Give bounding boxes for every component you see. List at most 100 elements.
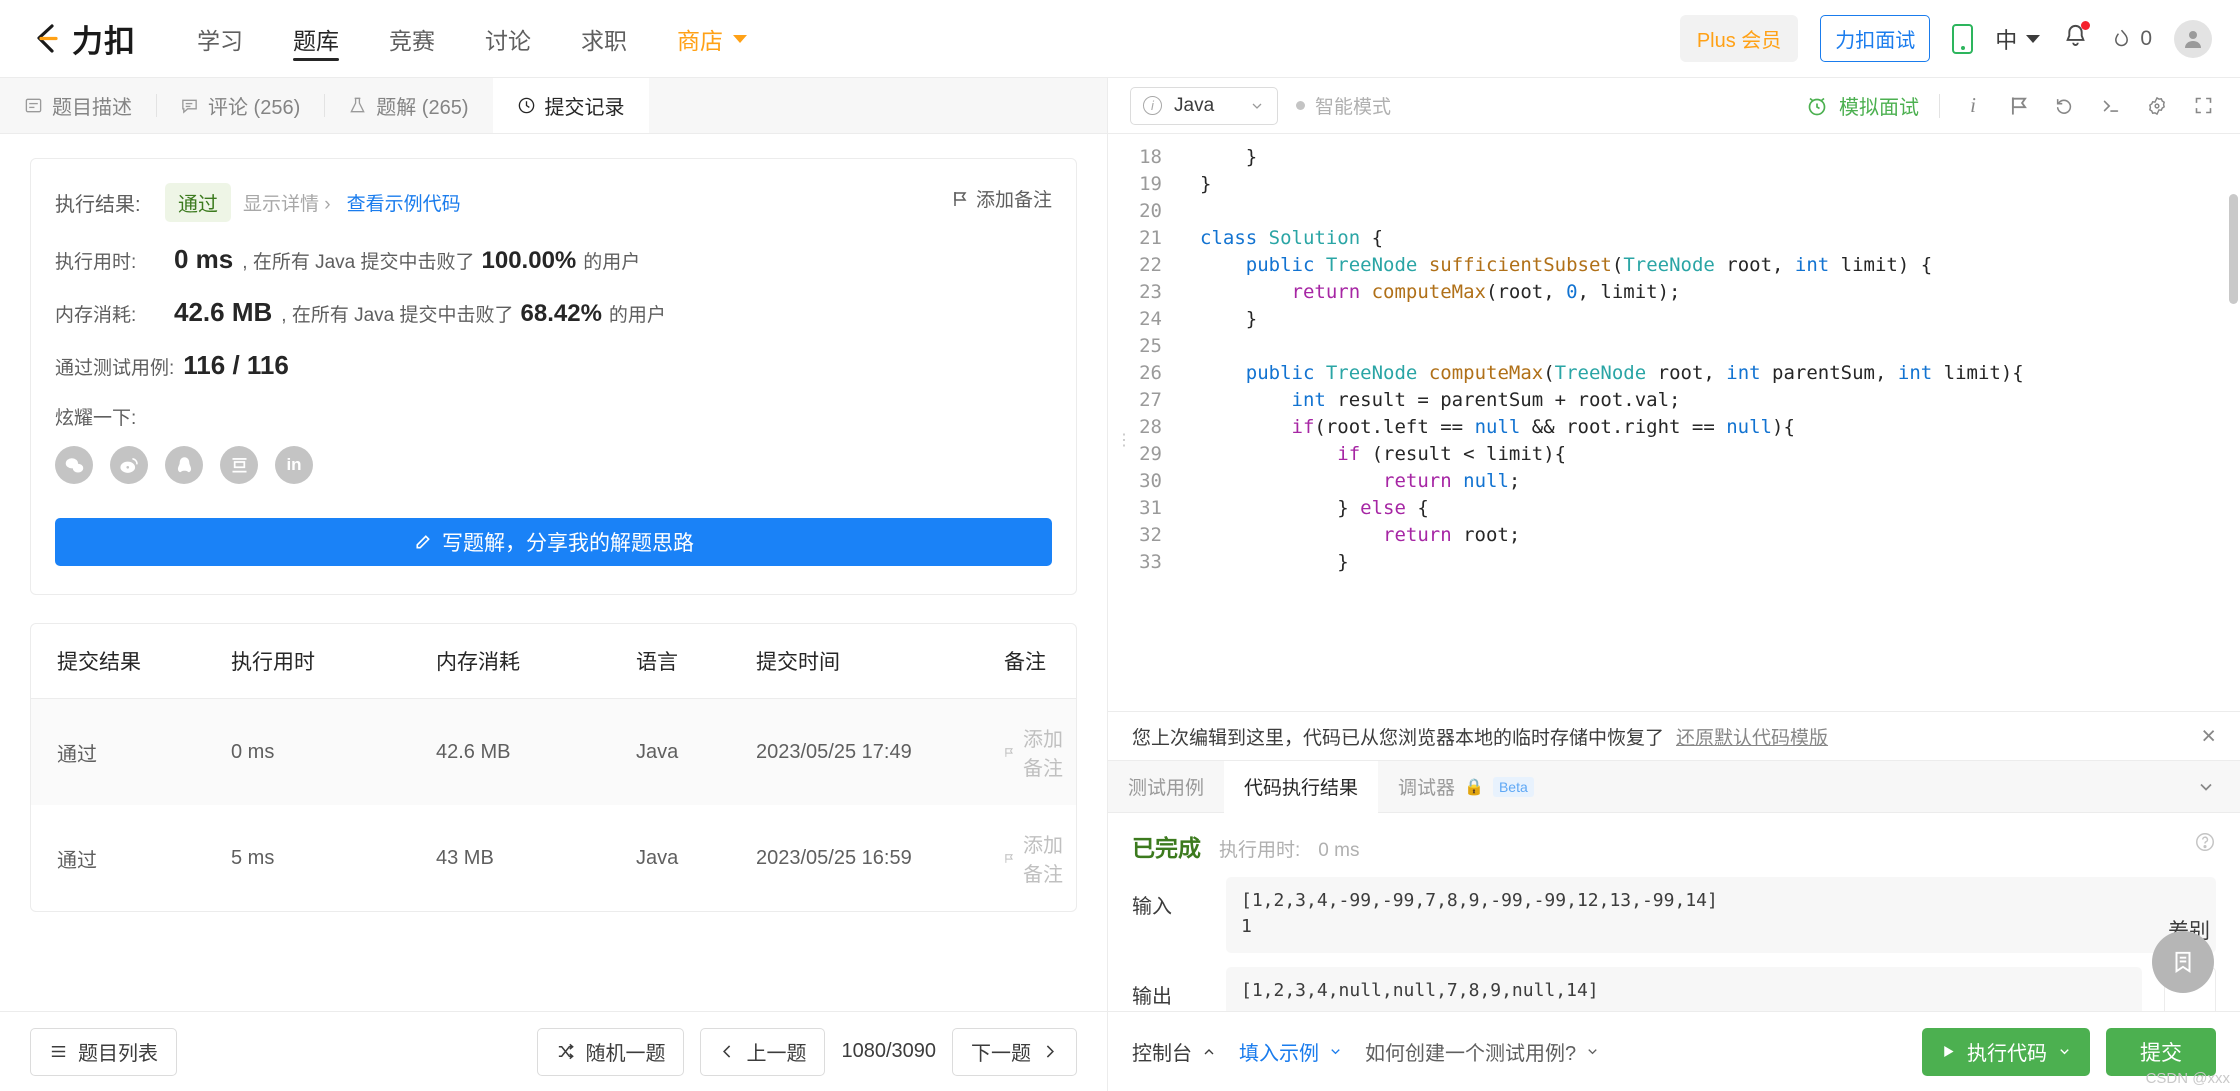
chevron-down-icon xyxy=(1588,1049,1597,1055)
language-select[interactable]: i Java xyxy=(1130,86,1278,125)
console-panel: 测试用例 代码执行结果 调试器 🔒 Beta 已完成 执行用时: 0 ms 输入… xyxy=(1108,761,2240,1011)
language-label: 中 xyxy=(1995,27,2018,53)
how-to-create-testcase-link[interactable]: 如何创建一个测试用例? xyxy=(1365,1037,1600,1066)
console-toggle[interactable]: 控制台 xyxy=(1132,1037,1217,1066)
tab-solutions[interactable]: 题解 (265) xyxy=(324,78,493,133)
tab-description[interactable]: 题目描述 xyxy=(0,78,156,133)
submit-button[interactable]: 提交 xyxy=(2106,1027,2216,1076)
tab-comments[interactable]: 评论 (256) xyxy=(156,78,325,133)
logo-text: 力扣 xyxy=(72,24,136,59)
notifications-button[interactable] xyxy=(2062,21,2091,55)
tab-testcases[interactable]: 测试用例 xyxy=(1108,761,1224,812)
chevron-down-icon xyxy=(1331,1049,1340,1055)
next-problem-button[interactable]: 下一题 xyxy=(952,1027,1077,1076)
undo-icon[interactable] xyxy=(2052,93,2078,119)
tab-submissions[interactable]: 提交记录 xyxy=(492,78,649,133)
row-add-note-button[interactable]: 添加备注 xyxy=(1004,829,1076,887)
table-row[interactable]: 通过 5 ms 43 MB Java 2023/05/25 16:59 添加备注 xyxy=(31,805,1076,911)
result-status-row: 执行结果: 通过 显示详情 › 查看示例代码 xyxy=(55,183,1052,222)
douban-icon[interactable] xyxy=(220,446,258,484)
info-icon[interactable]: i xyxy=(1960,93,1986,119)
random-problem-button[interactable]: 随机一题 xyxy=(537,1027,685,1076)
status-dot-icon xyxy=(1296,101,1305,110)
execution-runtime-label: 执行用时: xyxy=(1219,840,1301,861)
wechat-icon[interactable] xyxy=(55,446,93,484)
nav-item-discuss[interactable]: 讨论 xyxy=(460,0,556,77)
nav-item-store[interactable]: 商店 xyxy=(652,0,772,77)
nav-item-problems[interactable]: 题库 xyxy=(268,0,364,77)
row-language: Java xyxy=(636,846,679,869)
table-row[interactable]: 通过 0 ms 42.6 MB Java 2023/05/25 17:49 添加… xyxy=(31,698,1076,806)
play-icon xyxy=(1944,1045,1954,1058)
testcases-label: 通过测试用例: xyxy=(55,358,175,379)
qq-icon[interactable] xyxy=(165,446,203,484)
add-note-button[interactable]: 添加备注 xyxy=(952,185,1052,212)
terminal-icon[interactable] xyxy=(2098,93,2124,119)
row-add-note-button[interactable]: 添加备注 xyxy=(1004,723,1076,781)
row-runtime: 0 ms xyxy=(231,740,275,763)
run-code-button[interactable]: 执行代码 xyxy=(1922,1027,2090,1076)
row-note[interactable]: 添加备注 xyxy=(1004,699,1076,806)
restore-template-link[interactable]: 还原默认代码模版 xyxy=(1676,723,1828,750)
execution-status-row: 已完成 执行用时: 0 ms xyxy=(1132,829,2216,863)
tab-label: 测试用例 xyxy=(1128,778,1205,799)
row-note[interactable]: 添加备注 xyxy=(1004,805,1076,911)
smart-mode-toggle[interactable]: 智能模式 xyxy=(1296,92,1391,119)
editor-scrollbar[interactable] xyxy=(2229,194,2238,304)
run-code-label: 执行代码 xyxy=(1967,1043,2047,1065)
code-content[interactable]: }} class Solution { public TreeNode suff… xyxy=(1178,134,2240,711)
editor-tools: 模拟面试 i xyxy=(1805,91,2216,120)
feedback-fab-button[interactable] xyxy=(2152,931,2214,993)
problem-list-button[interactable]: 题目列表 xyxy=(30,1027,177,1076)
row-status[interactable]: 通过 xyxy=(31,699,231,806)
chevron-down-icon xyxy=(2026,34,2041,43)
user-avatar[interactable] xyxy=(2174,19,2212,58)
runtime-percentile: 100.00% xyxy=(481,247,577,274)
left-panel: 题目描述 评论 (256) 题解 (265) 提交记录 添加备注 执行结果: 通… xyxy=(0,78,1108,1091)
sample-code-link[interactable]: 查看示例代码 xyxy=(347,189,461,216)
mobile-app-icon[interactable] xyxy=(1952,23,1974,54)
nav-item-contest[interactable]: 竞赛 xyxy=(364,0,460,77)
language-selector[interactable]: 中 xyxy=(1995,23,2041,55)
fill-example-button[interactable]: 填入示例 xyxy=(1239,1037,1343,1066)
mock-interview-link[interactable]: 模拟面试 xyxy=(1805,91,1919,120)
tab-debugger[interactable]: 调试器 🔒 Beta xyxy=(1378,761,1554,812)
social-share-list: in xyxy=(55,446,1052,484)
collapse-console-button[interactable] xyxy=(2172,761,2240,812)
close-icon[interactable]: × xyxy=(2201,723,2216,749)
problem-tabs: 题目描述 评论 (256) 题解 (265) 提交记录 xyxy=(0,78,1107,134)
flag-icon[interactable] xyxy=(2006,93,2032,119)
input-value[interactable]: [1,2,3,4,-99,-99,7,8,9,-99,-99,12,13,-99… xyxy=(1226,877,2216,953)
settings-icon[interactable] xyxy=(2144,93,2170,119)
memory-suffix: 的用户 xyxy=(608,305,666,326)
help-icon[interactable] xyxy=(2194,831,2216,859)
row-time: 2023/05/25 17:49 xyxy=(756,740,912,763)
plus-membership-badge[interactable]: Plus 会员 xyxy=(1679,15,1799,62)
prev-problem-button[interactable]: 上一题 xyxy=(700,1027,826,1076)
tab-label: 提交记录 xyxy=(544,97,625,119)
output-row: 输出 [1,2,3,4,null,null,7,8,9,null,14] xyxy=(1132,967,2216,1011)
logo-mark-icon xyxy=(26,18,68,60)
streak-count: 0 xyxy=(2140,26,2152,50)
mock-interview-button[interactable]: 力扣面试 xyxy=(1820,15,1931,62)
memory-label: 内存消耗: xyxy=(55,305,137,326)
nav-item-jobs[interactable]: 求职 xyxy=(556,0,652,77)
weibo-icon[interactable] xyxy=(110,446,148,484)
leetcode-logo[interactable]: 力扣 xyxy=(26,16,136,61)
submissions-table-card: 提交结果 执行用时 内存消耗 语言 提交时间 备注 通过 0 ms 42.6 M… xyxy=(30,623,1077,912)
linkedin-icon[interactable]: in xyxy=(275,446,313,484)
tab-execution-result[interactable]: 代码执行结果 xyxy=(1224,761,1379,813)
restore-notice-bar: 您上次编辑到这里，代码已从您浏览器本地的临时存储中恢复了 还原默认代码模版 × xyxy=(1108,711,2240,761)
show-detail-link[interactable]: 显示详情 › xyxy=(243,189,331,216)
streak-counter[interactable]: 0 xyxy=(2111,26,2152,51)
tab-label: 题解 (265) xyxy=(376,97,469,119)
row-status[interactable]: 通过 xyxy=(31,805,231,911)
fullscreen-icon[interactable] xyxy=(2190,93,2216,119)
code-editor[interactable]: 18 19 20 21 22 23 24 25 26 27 28 29 30 31 32 33 }} clas… xyxy=(1108,134,2240,711)
nav-item-study[interactable]: 学习 xyxy=(172,0,268,77)
write-solution-button[interactable]: 写题解，分享我的解题思路 xyxy=(55,518,1052,566)
share-label: 炫耀一下: xyxy=(55,408,137,429)
execution-runtime-value: 0 ms xyxy=(1318,840,1360,861)
table-header-row: 提交结果 执行用时 内存消耗 语言 提交时间 备注 xyxy=(31,624,1076,699)
input-label: 输入 xyxy=(1132,896,1172,918)
